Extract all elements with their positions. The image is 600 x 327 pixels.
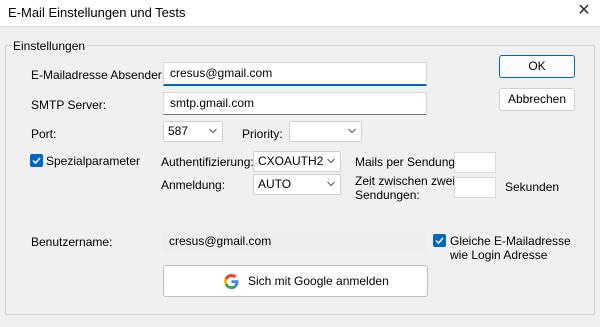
login-dropdown[interactable]: AUTO bbox=[253, 174, 341, 195]
port-dropdown[interactable]: 587 bbox=[163, 121, 223, 142]
chevron-down-icon bbox=[209, 128, 217, 135]
google-logo-icon bbox=[224, 274, 239, 289]
login-value: AUTO bbox=[258, 177, 292, 191]
interval-label-line2: Sendungen: bbox=[355, 188, 420, 202]
interval-label-line1: Zeit zwischen zwei bbox=[355, 174, 456, 188]
username-label: Benutzername: bbox=[31, 235, 113, 249]
auth-label: Authentifizierung: bbox=[161, 155, 254, 169]
priority-label: Priority: bbox=[242, 127, 283, 141]
username-field: cresus@gmail.com bbox=[163, 231, 427, 252]
mails-per-send-field[interactable] bbox=[454, 152, 496, 173]
login-label: Anmeldung: bbox=[161, 178, 226, 192]
title-bar: E-Mail Einstellungen und Tests ✕ bbox=[0, 0, 600, 26]
window-title: E-Mail Einstellungen und Tests bbox=[8, 5, 186, 20]
special-params-checkbox[interactable] bbox=[30, 154, 43, 167]
same-address-label-line2: wie Login Adresse bbox=[450, 248, 548, 262]
interval-field[interactable] bbox=[454, 177, 496, 198]
settings-group-label: Einstellungen bbox=[11, 39, 88, 53]
checkmark-icon bbox=[435, 237, 444, 245]
chevron-down-icon bbox=[348, 128, 356, 135]
same-address-label-line1: Gleiche E-Mailadresse bbox=[450, 234, 571, 248]
special-params-label: Spezialparameter bbox=[46, 154, 141, 168]
chevron-down-icon bbox=[327, 181, 335, 188]
mails-per-send-label: Mails per Sendung: bbox=[355, 155, 459, 169]
priority-dropdown[interactable] bbox=[289, 121, 362, 142]
google-signin-label: Sich mit Google anmelden bbox=[248, 274, 389, 288]
sender-label: E-Mailadresse Absender: bbox=[31, 68, 166, 82]
ok-button[interactable]: OK bbox=[499, 55, 575, 78]
auth-dropdown[interactable]: CXOAUTH2 bbox=[253, 151, 341, 172]
auth-value: CXOAUTH2 bbox=[258, 154, 324, 168]
same-address-checkbox[interactable] bbox=[433, 234, 446, 247]
checkmark-icon bbox=[32, 157, 41, 165]
google-signin-button[interactable]: Sich mit Google anmelden bbox=[163, 265, 428, 297]
cancel-button[interactable]: Abbrechen bbox=[499, 88, 575, 111]
sender-email-field[interactable]: cresus@gmail.com bbox=[163, 62, 427, 86]
chevron-down-icon bbox=[327, 158, 335, 165]
interval-unit-label: Sekunden bbox=[505, 180, 560, 194]
port-label: Port: bbox=[31, 127, 57, 141]
smtp-label: SMTP Server: bbox=[31, 98, 107, 112]
port-value: 587 bbox=[168, 124, 189, 138]
close-icon[interactable]: ✕ bbox=[568, 0, 600, 22]
smtp-server-field[interactable]: smtp.gmail.com bbox=[163, 92, 427, 115]
